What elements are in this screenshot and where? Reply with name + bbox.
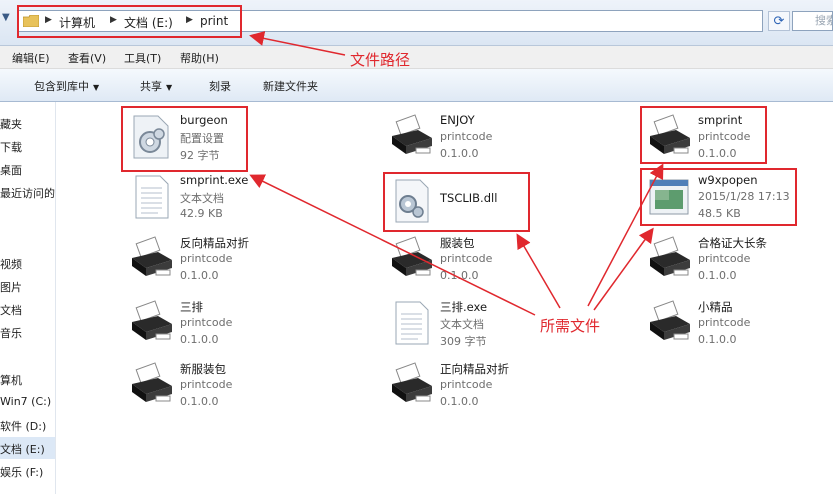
annotation-arrows [249, 31, 664, 316]
files-annotation-label: 所需文件 [540, 317, 601, 335]
path-annotation-label: 文件路径 [350, 51, 411, 69]
